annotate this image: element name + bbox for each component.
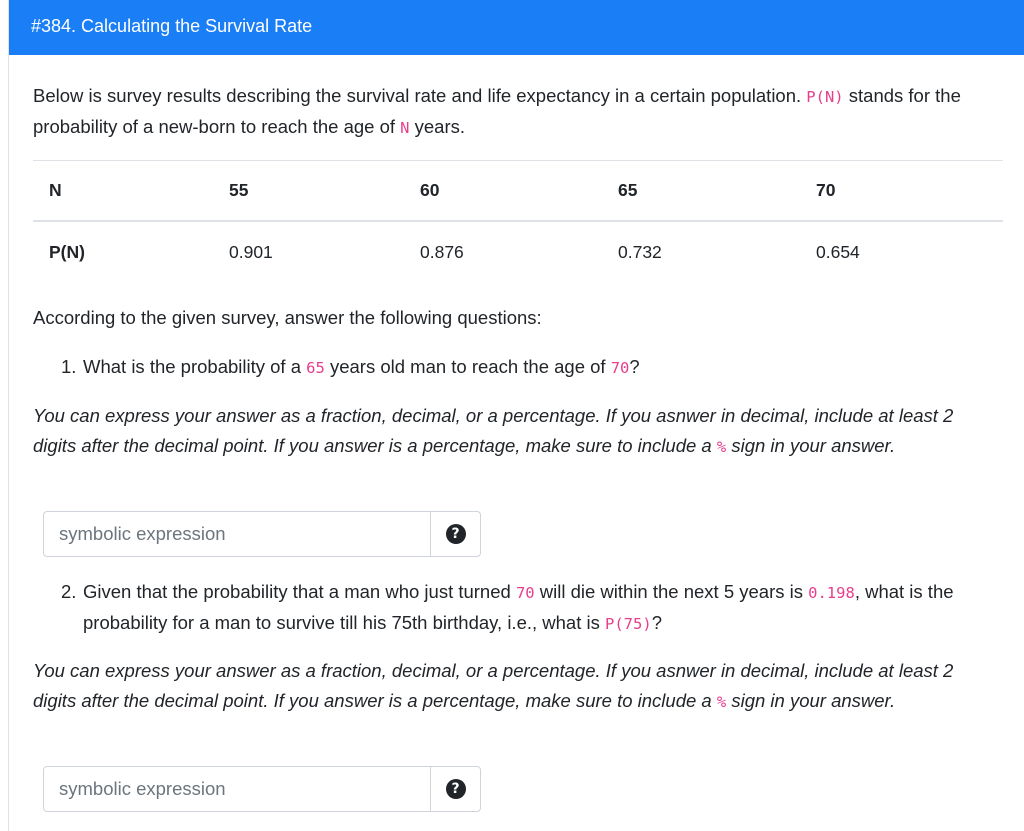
survival-table: N 55 60 65 70 P(N) 0.901 0.876 0.732 0.6… [33, 160, 1003, 283]
answer-input-group-1: ? [43, 511, 481, 557]
intro-text: Below is survey results describing the s… [33, 85, 807, 106]
table-row: P(N) 0.901 0.876 0.732 0.654 [33, 221, 1003, 283]
help-button[interactable]: ? [430, 766, 481, 812]
answer-format-hint: You can express your answer as a fractio… [33, 405, 954, 456]
table-cell: 0.901 [229, 241, 273, 262]
instructions-text: According to the given survey, answer th… [33, 307, 542, 328]
row-label: P(N) [49, 241, 85, 262]
code-n: N [400, 119, 410, 137]
question-card: #384. Calculating the Survival Rate Belo… [8, 0, 1024, 831]
question-circle-icon: ? [445, 779, 466, 799]
question-1: 1. What is the probability of a 65 years… [61, 352, 1001, 383]
intro-paragraph: Below is survey results describing the s… [33, 81, 993, 143]
header-cell: 70 [816, 179, 836, 200]
header-cell: N [49, 179, 62, 200]
question-number: 1. [61, 356, 77, 377]
table-cell: 0.732 [618, 241, 662, 262]
header-cell: 55 [229, 179, 249, 200]
question-2: 2. Given that the probability that a man… [61, 577, 1001, 639]
intro-text: years. [409, 116, 466, 137]
question-title: #384. Calculating the Survival Rate [9, 0, 1024, 55]
question-number: 2. [61, 581, 77, 602]
table-cell: 0.876 [420, 241, 464, 262]
table-cell: 0.654 [816, 241, 860, 262]
answer-input-group-2: ? [43, 766, 481, 812]
question-circle-icon: ? [445, 524, 466, 544]
table-header-row: N 55 60 65 70 [33, 160, 1003, 221]
question-text: What is the probability of a 65 years ol… [83, 356, 640, 377]
header-cell: 60 [420, 179, 440, 200]
question-text: Given that the probability that a man wh… [83, 581, 954, 633]
code-pn: P(N) [806, 88, 844, 106]
answer-input-1[interactable] [43, 511, 431, 557]
help-button[interactable]: ? [430, 511, 481, 557]
header-cell: 65 [618, 179, 638, 200]
answer-format-hint: You can express your answer as a fractio… [33, 660, 954, 711]
answer-input-2[interactable] [43, 766, 431, 812]
